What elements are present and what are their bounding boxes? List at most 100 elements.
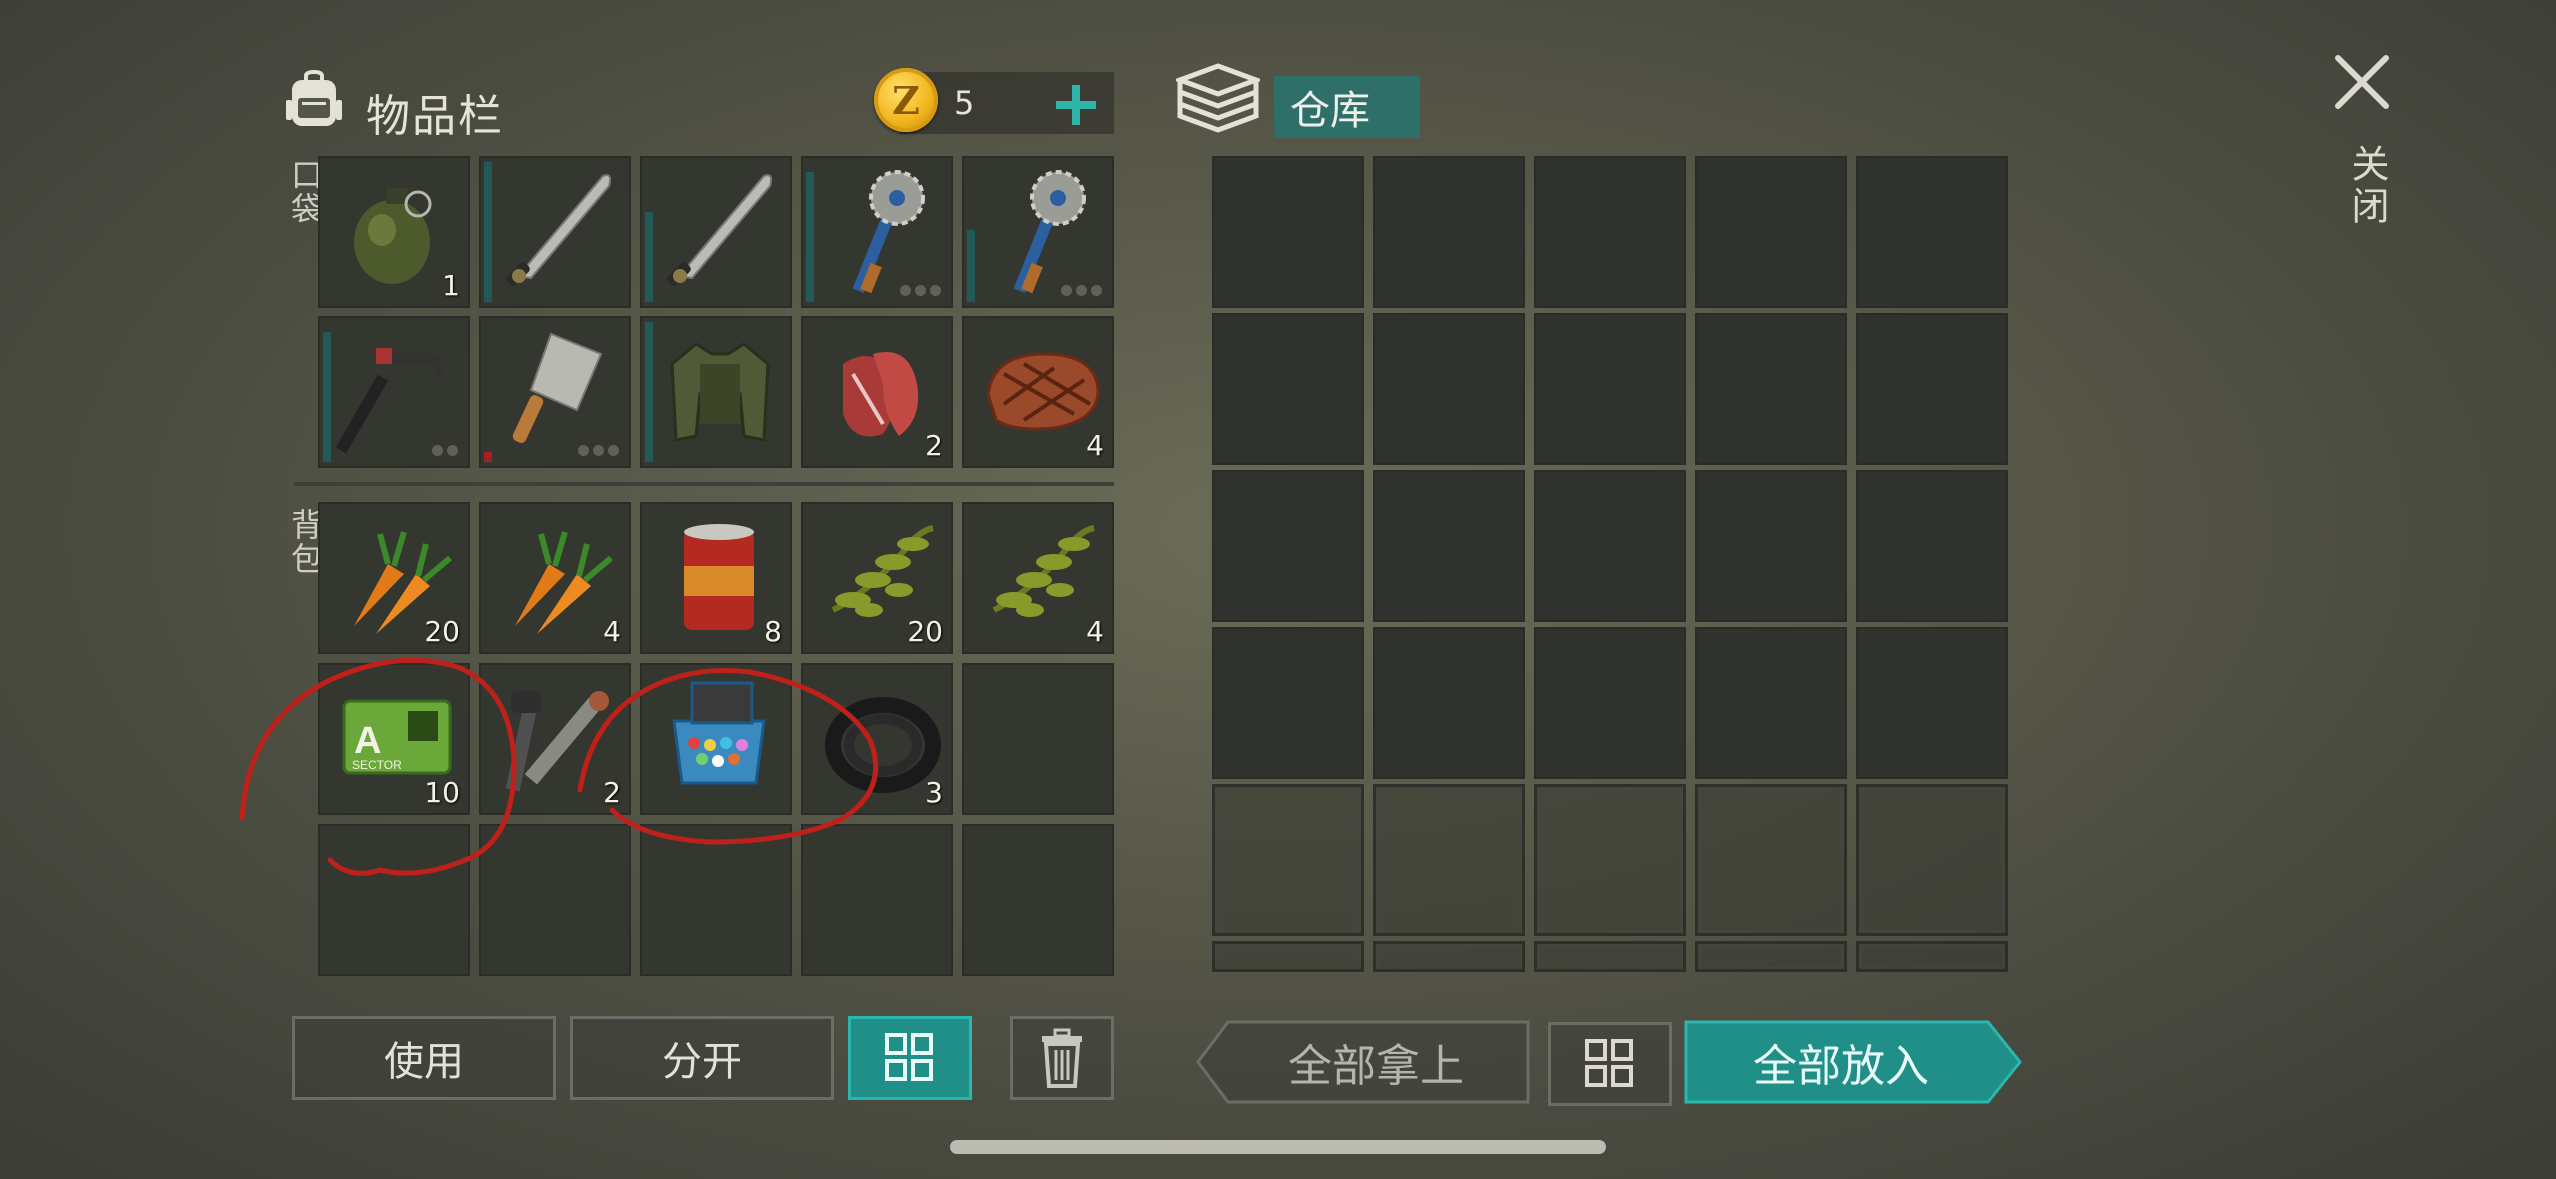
saw-mace-icon <box>1013 170 1086 294</box>
sort-grid-button[interactable] <box>848 1016 972 1100</box>
saw-mace-slot[interactable] <box>801 156 953 308</box>
close-label: 关闭 <box>2345 144 2389 228</box>
storage-slot[interactable] <box>1856 313 2008 465</box>
item-count: 3 <box>925 776 943 809</box>
condition-dots <box>900 285 941 296</box>
steak-slot[interactable]: 4 <box>962 316 1114 468</box>
storage-slot[interactable] <box>1212 470 1364 622</box>
split-button[interactable]: 分开 <box>570 1016 834 1100</box>
storage-slot[interactable] <box>1856 627 2008 779</box>
storage-slot[interactable] <box>1695 784 1847 936</box>
rubber-hose-slot[interactable]: 3 <box>801 663 953 815</box>
condition-dots <box>432 445 458 456</box>
item-count: 10 <box>424 776 460 809</box>
item-count: 1 <box>442 269 460 302</box>
canned-food-slot[interactable]: 8 <box>640 502 792 654</box>
storage-slot[interactable] <box>1212 941 1364 972</box>
take-all-label: 全部拿上 <box>1288 1041 1464 1092</box>
empty-slot[interactable] <box>318 824 470 976</box>
empty-slot[interactable] <box>962 824 1114 976</box>
grid-icon <box>885 1033 933 1081</box>
svg-text:SECTOR: SECTOR <box>352 758 402 772</box>
empty-slot[interactable] <box>801 824 953 976</box>
empty-slot[interactable] <box>962 663 1114 815</box>
raw-meat-slot[interactable]: 2 <box>801 316 953 468</box>
storage-slot[interactable] <box>1695 941 1847 972</box>
close-icon <box>2335 55 2389 109</box>
item-count: 4 <box>1086 615 1104 648</box>
coin-count: 5 <box>954 84 975 122</box>
durability-bar <box>645 212 653 302</box>
put-all-button[interactable]: 全部放入 <box>1684 1020 2022 1104</box>
use-button[interactable]: 使用 <box>292 1016 556 1100</box>
trash-icon <box>1042 1028 1082 1088</box>
bead-box-icon <box>672 681 766 785</box>
keycard-a-slot[interactable]: A SECTOR 10 <box>318 663 470 815</box>
condition-dots <box>578 445 619 456</box>
storage-slot[interactable] <box>1856 941 2008 972</box>
put-all-label: 全部放入 <box>1753 1041 1929 1092</box>
add-coins-button[interactable] <box>1054 68 1098 128</box>
storage-slot[interactable] <box>1373 627 1525 779</box>
storage-slot[interactable] <box>1856 470 2008 622</box>
pipe-parts-slot[interactable]: 2 <box>479 663 631 815</box>
storage-slot[interactable] <box>1373 784 1525 936</box>
take-all-button[interactable]: 全部拿上 <box>1196 1020 1532 1104</box>
storage-slot[interactable] <box>1212 784 1364 936</box>
durability-bar <box>484 162 492 302</box>
storage-slot[interactable] <box>1373 470 1525 622</box>
storage-slot[interactable] <box>1534 784 1686 936</box>
carrots-slot[interactable]: 20 <box>318 502 470 654</box>
storage-slot[interactable] <box>1856 156 2008 308</box>
storage-sort-button[interactable] <box>1548 1022 1672 1106</box>
herb-plant-slot[interactable]: 4 <box>962 502 1114 654</box>
saw-mace-icon <box>852 170 925 294</box>
carrots-slot[interactable]: 4 <box>479 502 631 654</box>
bead-box-slot[interactable] <box>640 663 792 815</box>
storage-slot[interactable] <box>1695 156 1847 308</box>
storage-slot[interactable] <box>1212 313 1364 465</box>
storage-slot[interactable] <box>1373 313 1525 465</box>
armor-jacket-icon <box>670 342 770 442</box>
crowbar-slot[interactable] <box>318 316 470 468</box>
storage-slot[interactable] <box>1534 627 1686 779</box>
item-count: 4 <box>603 615 621 648</box>
tab-storage[interactable]: 仓库 <box>1274 76 1420 138</box>
saw-mace-slot[interactable] <box>962 156 1114 308</box>
home-indicator <box>950 1140 1606 1154</box>
backpack-icon <box>282 66 346 130</box>
grid-icon <box>1585 1039 1633 1087</box>
crowbar-icon <box>335 348 442 454</box>
plus-icon <box>1056 85 1096 125</box>
trash-button[interactable] <box>1010 1016 1114 1100</box>
storage-slot[interactable] <box>1373 941 1525 972</box>
item-count: 8 <box>764 615 782 648</box>
empty-slot[interactable] <box>640 824 792 976</box>
herb-plant-slot[interactable]: 20 <box>801 502 953 654</box>
cleaver-slot[interactable] <box>479 316 631 468</box>
storage-slot[interactable] <box>1856 784 2008 936</box>
durability-bar <box>806 172 814 302</box>
storage-slot[interactable] <box>1534 156 1686 308</box>
machete-icon <box>506 174 612 286</box>
storage-slot[interactable] <box>1534 313 1686 465</box>
coin-icon: Z <box>874 68 938 132</box>
machete-slot[interactable] <box>640 156 792 308</box>
item-count: 4 <box>1086 429 1104 462</box>
item-count: 20 <box>907 615 943 648</box>
empty-slot[interactable] <box>479 824 631 976</box>
storage-slot[interactable] <box>1373 156 1525 308</box>
storage-slot[interactable] <box>1695 470 1847 622</box>
close-button[interactable]: 关闭 <box>2330 48 2410 238</box>
storage-slot[interactable] <box>1534 941 1686 972</box>
item-count: 2 <box>603 776 621 809</box>
storage-slot[interactable] <box>1695 313 1847 465</box>
grenade-slot[interactable]: 1 <box>318 156 470 308</box>
storage-slot[interactable] <box>1212 627 1364 779</box>
armor-jacket-slot[interactable] <box>640 316 792 468</box>
storage-slot[interactable] <box>1695 627 1847 779</box>
storage-slot[interactable] <box>1534 470 1686 622</box>
storage-slot[interactable] <box>1212 156 1364 308</box>
machete-slot[interactable] <box>479 156 631 308</box>
section-divider <box>294 482 1114 486</box>
